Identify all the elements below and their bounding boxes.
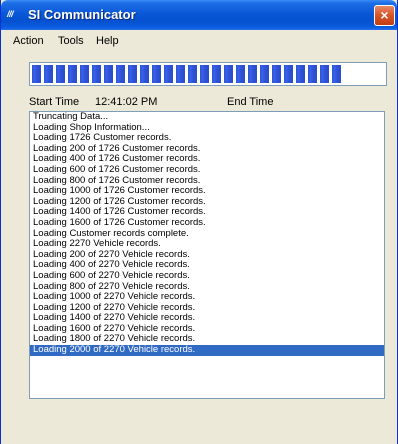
app-logo-icon: /// xyxy=(7,9,14,19)
close-button[interactable]: × xyxy=(374,5,395,26)
title-bar[interactable]: /// SI Communicator × xyxy=(1,0,397,30)
log-listbox[interactable]: Truncating Data... Loading Shop Informati… xyxy=(29,111,385,399)
end-time-label: End Time xyxy=(227,96,274,108)
start-time-label: Start Time xyxy=(29,96,80,108)
menu-help[interactable]: Help xyxy=(96,35,119,47)
log-line[interactable]: Loading 600 of 2270 Vehicle records. xyxy=(30,270,384,282)
menu-bar: Action Tools Help xyxy=(1,32,397,52)
window-title: SI Communicator xyxy=(28,7,136,22)
start-time-value: 12:41:02 PM xyxy=(95,96,158,108)
log-line[interactable]: Truncating Data... xyxy=(30,112,384,123)
progress-bar xyxy=(29,62,387,86)
progress-fill xyxy=(32,65,342,83)
app-window: /// SI Communicator × Action Tools Help … xyxy=(0,0,398,444)
log-line[interactable]: Loading 1600 of 1726 Customer records. xyxy=(30,217,384,229)
log-line[interactable]: Loading 2000 of 2270 Vehicle records. xyxy=(30,344,384,356)
menu-action[interactable]: Action xyxy=(13,35,44,47)
menu-tools[interactable]: Tools xyxy=(58,35,84,47)
log-line[interactable]: Loading 600 of 1726 Customer records. xyxy=(30,164,384,176)
